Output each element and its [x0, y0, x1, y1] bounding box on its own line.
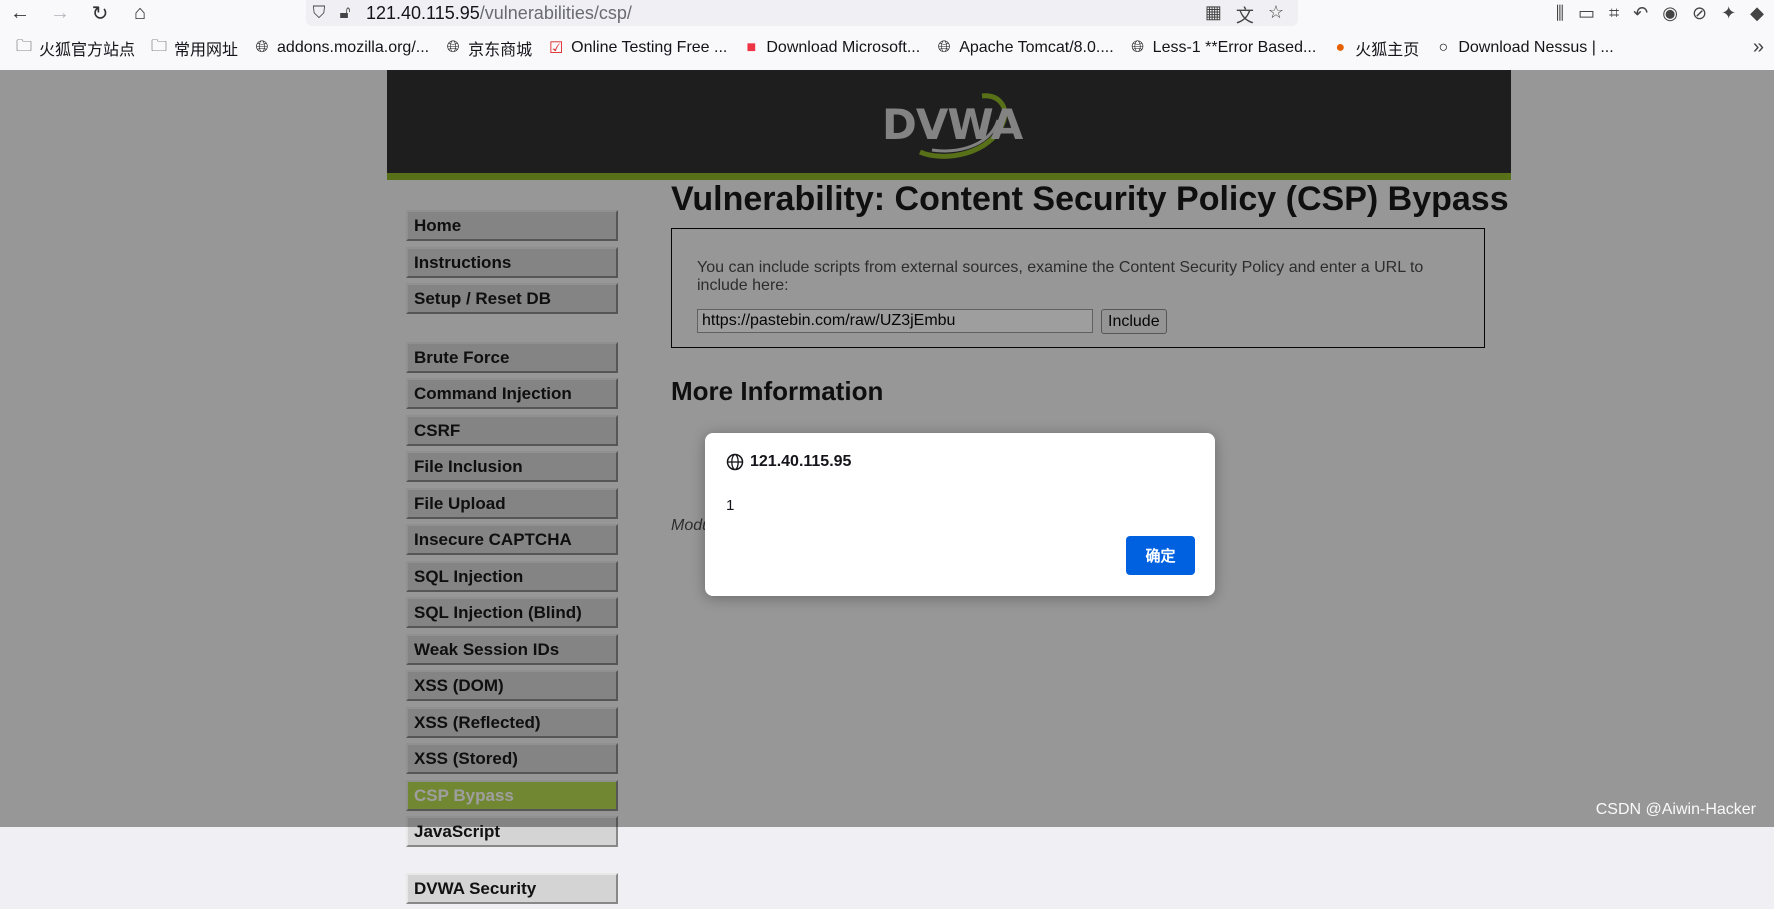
globe-icon — [726, 453, 744, 471]
bookmark-label: 常用网址 — [174, 42, 239, 59]
bookmark-label: Download Nessus | ... — [1458, 39, 1614, 56]
chevron-right-icon[interactable]: » — [1753, 36, 1764, 59]
bookmark-item[interactable]: ☑ Online Testing Free ... — [547, 38, 727, 58]
browser-toolbar: ← → ↻ ⌂ ⛉ 🔓︎ 121.40.115.95/vulnerabiliti… — [0, 0, 1774, 26]
sidebar-icon[interactable]: ▭ — [1578, 3, 1595, 24]
bookmark-label: Online Testing Free ... — [571, 39, 728, 56]
bookmark-item[interactable]: 🗀 火狐官方站点 — [15, 35, 135, 62]
bookmark-item[interactable]: 🌐︎ Less-1 **Error Based... — [1129, 39, 1317, 57]
extension-block-icon[interactable]: ⊘ — [1692, 3, 1707, 24]
nessus-icon: ○ — [1438, 39, 1449, 56]
globe-icon: 🌐︎ — [1131, 39, 1145, 56]
dialog-origin: 121.40.115.95 — [750, 453, 852, 470]
alert-dialog: 121.40.115.95 1 确定 — [705, 433, 1215, 596]
firefox-icon: ● — [1335, 39, 1346, 56]
bookmarks-bar: 🗀 火狐官方站点 🗀 常用网址 🌐︎ addons.mozilla.org/... 🌐… — [0, 26, 1774, 71]
bookmark-item[interactable]: ■ Download Microsoft... — [742, 39, 921, 57]
menu-item-dvwa-security[interactable]: DVWA Security — [406, 872, 618, 904]
globe-icon: 🌐︎ — [937, 39, 951, 56]
extension-mask-icon[interactable]: ◉ — [1662, 3, 1678, 24]
watermark: CSDN @Aiwin-Hacker — [1595, 801, 1756, 818]
bookmark-label: Apache Tomcat/8.0.... — [959, 39, 1114, 56]
shield-icon[interactable]: ⛉ — [306, 3, 332, 23]
extension-puzzle-icon[interactable]: ✦ — [1721, 3, 1736, 24]
dialog-header: 121.40.115.95 — [726, 453, 851, 471]
ok-button[interactable]: 确定 — [1126, 536, 1195, 575]
folder-icon: 🗀 — [151, 37, 168, 55]
crop-icon[interactable]: ⌗ — [1609, 3, 1619, 24]
windows-icon: ■ — [746, 39, 757, 56]
library-icon[interactable]: ⫼ — [1556, 3, 1564, 24]
insecure-lock-icon[interactable]: 🔓︎ — [332, 3, 358, 23]
bookmark-item[interactable]: 🌐︎ Apache Tomcat/8.0.... — [935, 39, 1114, 57]
bookmark-label: 京东商城 — [468, 42, 533, 59]
globe-icon: 🌐︎ — [446, 39, 460, 56]
url-path: /vulnerabilities/csp/ — [479, 2, 632, 23]
bookmark-star-icon[interactable]: ☆ — [1268, 2, 1284, 28]
qr-code-icon[interactable]: ▦ — [1205, 2, 1222, 28]
bookmark-item[interactable]: 🌐︎ 京东商城 — [444, 36, 532, 60]
forward-arrow-icon[interactable]: → — [40, 0, 80, 26]
folder-icon: 🗀 — [15, 37, 32, 55]
checkbox-icon: ☑ — [548, 40, 564, 57]
address-bar[interactable]: ⛉ 🔓︎ 121.40.115.95/vulnerabilities/csp/ … — [306, 0, 1298, 26]
bookmark-item[interactable]: 🗀 常用网址 — [150, 35, 238, 62]
bookmark-label: addons.mozilla.org/... — [277, 39, 430, 56]
bookmark-label: 火狐主页 — [1355, 42, 1420, 59]
extension-cube-icon[interactable]: ◆ — [1750, 3, 1764, 24]
home-icon[interactable]: ⌂ — [120, 0, 160, 26]
bookmark-label: 火狐官方站点 — [39, 42, 136, 59]
reload-icon[interactable]: ↻ — [80, 0, 120, 26]
bookmark-item[interactable]: ○ Download Nessus | ... — [1434, 39, 1613, 57]
back-arrow-icon[interactable]: ← — [0, 0, 40, 26]
undo-icon[interactable]: ↶ — [1633, 3, 1648, 24]
translate-icon[interactable]: 文 — [1236, 2, 1254, 28]
bookmark-label: Download Microsoft... — [766, 39, 921, 56]
bookmark-label: Less-1 **Error Based... — [1152, 39, 1317, 56]
dialog-message: 1 — [726, 497, 735, 514]
url-host: 121.40.115.95 — [366, 2, 480, 23]
bookmark-item[interactable]: ● 火狐主页 — [1331, 36, 1419, 60]
globe-icon: 🌐︎ — [255, 39, 269, 56]
bookmark-item[interactable]: 🌐︎ addons.mozilla.org/... — [253, 39, 429, 57]
